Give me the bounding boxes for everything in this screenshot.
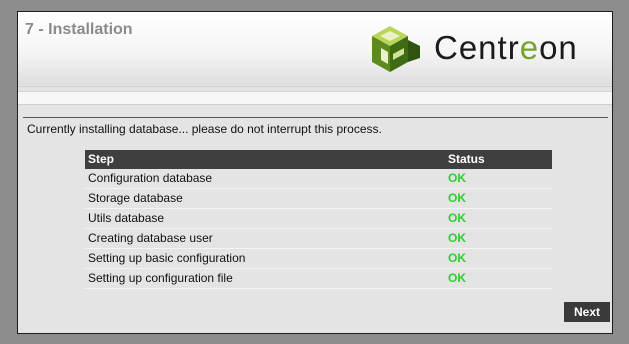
- status-ok: OK: [448, 251, 466, 265]
- table-header: Step Status: [85, 150, 552, 169]
- centreon-cube-icon: [372, 26, 420, 72]
- header: 7 - Installation Centreon: [18, 12, 612, 85]
- installation-dialog: 7 - Installation Centreon Currently inst…: [17, 11, 613, 334]
- separator-band: [18, 91, 612, 105]
- status-ok: OK: [448, 211, 466, 225]
- table-row: Storage database OK: [85, 189, 552, 209]
- table-row: Creating database user OK: [85, 229, 552, 249]
- step-name: Utils database: [88, 211, 165, 225]
- installation-steps-table: Step Status Configuration database OK St…: [85, 150, 552, 289]
- centreon-logo: Centreon: [368, 24, 608, 72]
- status-ok: OK: [448, 231, 466, 245]
- table-row: Setting up configuration file OK: [85, 269, 552, 289]
- column-header-step: Step: [88, 152, 115, 166]
- next-button[interactable]: Next: [564, 302, 610, 322]
- table-row: Utils database OK: [85, 209, 552, 229]
- step-name: Configuration database: [88, 171, 213, 185]
- column-header-status: Status: [448, 152, 485, 166]
- status-message: Currently installing database... please …: [27, 122, 382, 136]
- divider: [18, 86, 612, 87]
- step-name: Storage database: [88, 191, 183, 205]
- logo-wordmark: Centreon: [434, 29, 578, 66]
- table-row: Setting up basic configuration OK: [85, 249, 552, 269]
- step-name: Creating database user: [88, 231, 213, 245]
- divider: [23, 117, 608, 118]
- page-title: 7 - Installation: [25, 21, 133, 38]
- step-name: Setting up basic configuration: [88, 251, 246, 265]
- step-name: Setting up configuration file: [88, 271, 233, 285]
- status-ok: OK: [448, 271, 466, 285]
- table-row: Configuration database OK: [85, 169, 552, 189]
- status-ok: OK: [448, 191, 466, 205]
- status-ok: OK: [448, 171, 466, 185]
